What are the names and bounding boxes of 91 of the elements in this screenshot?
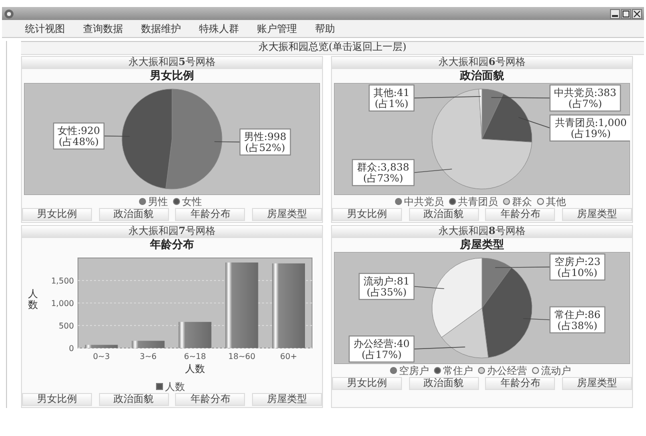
axis-tick-label: 60+: [280, 352, 298, 361]
axis-tick-label: 1,000: [51, 299, 74, 308]
bar: [178, 322, 212, 348]
legend-swatch: [532, 367, 539, 374]
x-axis-title: 人数: [185, 364, 205, 375]
legend-swatch: [449, 198, 456, 205]
data-label: 其他:41 (占1%): [368, 84, 414, 112]
panel-header: 永大振和园7号网格: [22, 226, 322, 238]
axis-tick-label: 18~60: [228, 352, 256, 361]
leader-line: [414, 96, 482, 98]
legend-swatch: [390, 367, 397, 374]
menu-item[interactable]: 帮助: [306, 22, 344, 36]
leader-line: [414, 346, 466, 350]
legend-label: 常住户: [443, 364, 473, 378]
close-icon: [633, 10, 641, 18]
chart-switch-button[interactable]: 政治面貌: [408, 377, 479, 390]
menu-item[interactable]: 查询数据: [74, 22, 132, 36]
chart-switch-button[interactable]: 年龄分布: [485, 377, 556, 390]
chart-switch-button[interactable]: 房屋类型: [252, 208, 322, 221]
leader-line: [414, 168, 452, 173]
legend-label: 人数: [165, 380, 185, 394]
data-label: 群众:3,838 (占73%): [352, 159, 414, 186]
legend-label: 空房户: [399, 364, 429, 378]
chart-switch-button[interactable]: 政治面貌: [98, 208, 169, 221]
data-label: 女性:920 (占48%): [53, 122, 104, 150]
legend-swatch: [434, 367, 441, 374]
chart-title: 年龄分布: [150, 238, 194, 252]
leader-line: [104, 136, 130, 137]
overview-title[interactable]: 永大振和园总览(单击返回上一层): [21, 41, 644, 55]
data-label: 共青团员:1,000 (占19%): [550, 114, 630, 142]
legend-swatch: [478, 367, 485, 374]
leader-line: [490, 97, 550, 98]
legend-swatch: [139, 198, 146, 205]
close-button[interactable]: [632, 8, 642, 18]
chart-title: 男女比例: [150, 69, 194, 83]
chart-switch-button[interactable]: 男女比例: [332, 208, 402, 221]
menu-item[interactable]: 数据维护: [132, 22, 190, 36]
axis-tick-label: 3~6: [140, 352, 157, 361]
legend-label: 流动户: [541, 364, 571, 378]
data-label: 男性:998 (占52%): [240, 128, 291, 156]
menu-item[interactable]: 统计视图: [16, 22, 74, 36]
panel-header: 永大振和园5号网格: [22, 57, 322, 69]
maximize-icon: [622, 10, 630, 18]
axis-tick-label: 0~3: [92, 352, 110, 361]
chart-switch-button[interactable]: 男女比例: [332, 377, 402, 390]
axis-tick-label: 500: [58, 322, 74, 330]
data-label: 常住户:86 (占38%): [550, 306, 606, 334]
legend-label: 办公经营: [487, 364, 527, 378]
menu-item[interactable]: 账户管理: [248, 22, 306, 36]
data-label: 办公经营:40 (占17%): [348, 336, 414, 362]
panel-header: 永大振和园6号网格: [332, 57, 632, 69]
legend-label: 女性: [182, 196, 202, 208]
legend-swatch: [537, 198, 544, 205]
chart-switch-button[interactable]: 房屋类型: [252, 393, 322, 406]
legend-label: 其他: [546, 196, 566, 208]
legend-label: 共青团员: [458, 196, 498, 208]
chart-title: 政治面貌: [460, 69, 504, 83]
chart-title: 房屋类型: [460, 238, 504, 252]
legend-label: 中共党员: [404, 196, 444, 208]
maximize-button[interactable]: [621, 8, 631, 18]
panel-header: 永大振和园8号网格: [332, 226, 632, 238]
chart-switch-button[interactable]: 男女比例: [22, 208, 92, 221]
leader-line: [494, 266, 550, 268]
axis-tick-label: 6~18: [184, 352, 206, 361]
legend-swatch: [503, 198, 510, 205]
chart-switch-button[interactable]: 政治面貌: [98, 393, 169, 406]
leader-line: [518, 117, 550, 128]
axis-tick-label: 1,500: [51, 276, 74, 286]
chart-switch-button[interactable]: 政治面貌: [408, 208, 479, 221]
legend-swatch: [395, 198, 402, 205]
y-axis-title: 人数: [28, 289, 38, 311]
chart-switch-button[interactable]: 年龄分布: [175, 208, 246, 221]
legend-label: 男性: [148, 196, 168, 208]
chart-switch-button[interactable]: 房屋类型: [562, 377, 632, 390]
chart-switch-button[interactable]: 房屋类型: [562, 208, 632, 221]
data-label: 流动户:81 (占35%): [358, 272, 414, 300]
chart-switch-button[interactable]: 年龄分布: [485, 208, 556, 221]
bar: [85, 344, 118, 348]
legend-swatch: [173, 198, 180, 205]
leader-line: [214, 141, 240, 142]
leader-line: [522, 318, 550, 320]
data-label: 空房户:23 (占10%): [550, 254, 606, 280]
chart-switch-button[interactable]: 年龄分布: [175, 393, 246, 406]
axis-tick-label: 0: [68, 344, 74, 353]
legend-label: 群众: [512, 196, 532, 208]
menu-item[interactable]: 特殊人群: [190, 22, 248, 36]
minimize-button[interactable]: [610, 8, 620, 18]
legend-swatch: [156, 383, 163, 390]
leader-line: [414, 286, 444, 290]
chart-switch-button[interactable]: 男女比例: [22, 393, 92, 406]
data-label: 中共党员:383 (占7%): [550, 84, 621, 112]
